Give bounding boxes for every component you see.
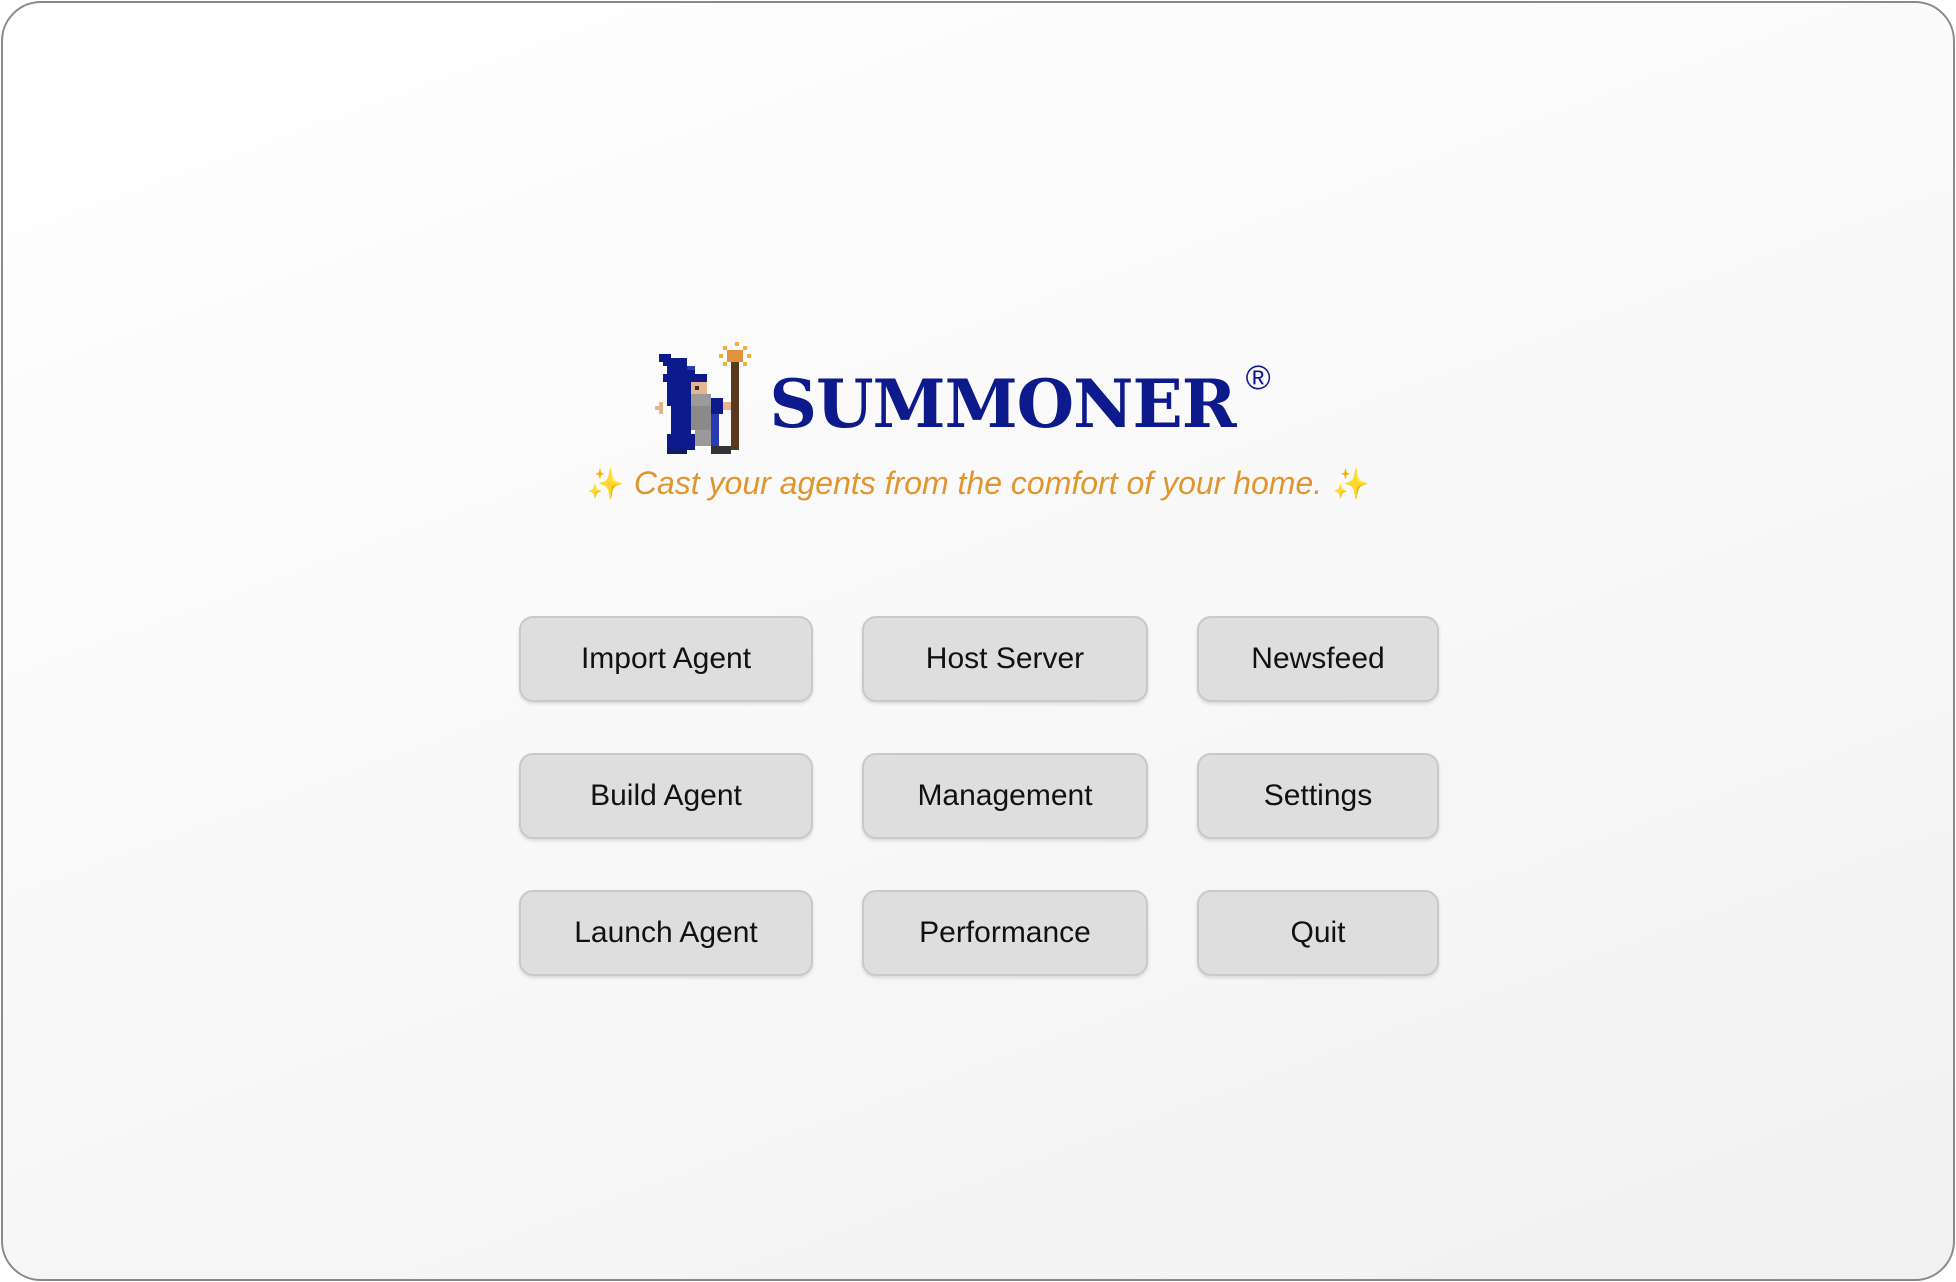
management-button[interactable]: Management [862,753,1148,839]
host-server-button[interactable]: Host Server [862,616,1148,702]
launch-agent-button[interactable]: Launch Agent [519,890,813,976]
menu-button-grid: Import Agent Host Server Newsfeed Build … [3,3,1953,1279]
build-agent-button[interactable]: Build Agent [519,753,813,839]
newsfeed-button[interactable]: Newsfeed [1197,616,1439,702]
settings-button[interactable]: Settings [1197,753,1439,839]
main-menu-window: SUMMONER ® ✨ Cast your agents from the co… [1,1,1955,1281]
performance-button[interactable]: Performance [862,890,1148,976]
quit-button[interactable]: Quit [1197,890,1439,976]
import-agent-button[interactable]: Import Agent [519,616,813,702]
